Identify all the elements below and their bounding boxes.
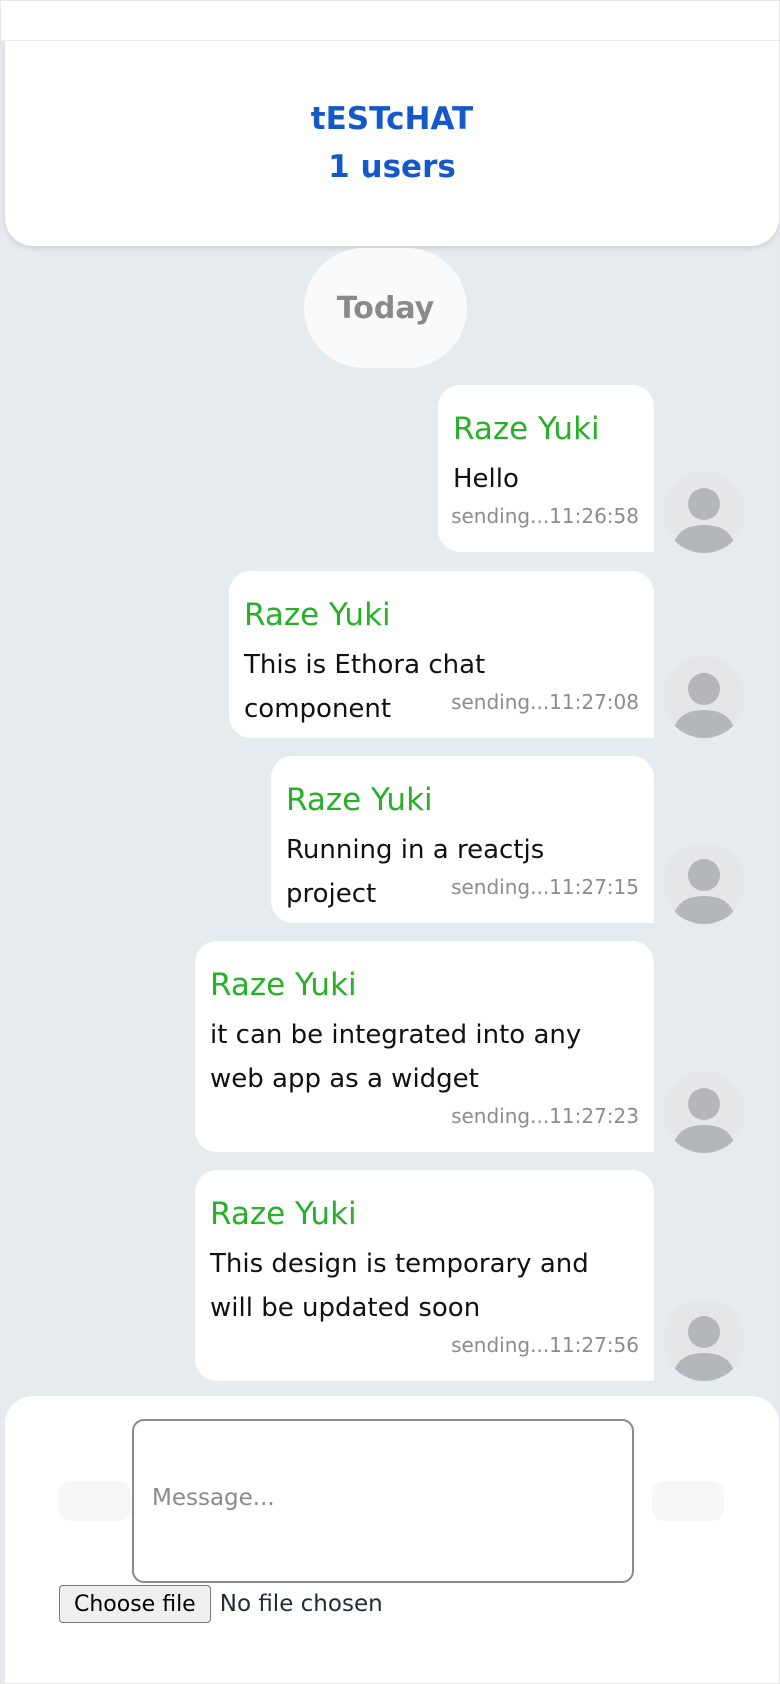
message-timestamp: sending...11:27:08 <box>451 690 639 714</box>
user-avatar-icon <box>672 1088 736 1153</box>
chat-header: tESTcHAT 1 users <box>5 41 779 246</box>
top-bar <box>1 1 779 41</box>
message-text: Hello <box>453 464 519 494</box>
message-timestamp: sending...11:26:58 <box>451 504 639 528</box>
user-avatar-icon <box>672 673 736 738</box>
message-bubble[interactable]: Raze Yuki it can be integrated into any … <box>195 941 654 1152</box>
file-picker: Choose file No file chosen <box>59 1585 383 1623</box>
message-timestamp: sending...11:27:56 <box>451 1333 639 1357</box>
message-sender: Raze Yuki <box>286 782 433 818</box>
message-sender: Raze Yuki <box>210 967 357 1003</box>
date-separator: Today <box>304 248 467 368</box>
message-timestamp: sending...11:27:15 <box>451 875 639 899</box>
message-timestamp: sending...11:27:23 <box>451 1104 639 1128</box>
message-sender: Raze Yuki <box>244 597 391 633</box>
message-text: it can be integrated into any web app as… <box>210 1020 582 1094</box>
message-sender: Raze Yuki <box>453 411 600 447</box>
choose-file-button[interactable]: Choose file <box>59 1585 211 1623</box>
user-avatar-icon <box>672 488 736 553</box>
avatar[interactable] <box>663 1299 745 1381</box>
chat-title: tESTcHAT <box>310 101 474 137</box>
message-input[interactable] <box>132 1419 634 1583</box>
message-text: This design is temporary and will be upd… <box>210 1249 589 1323</box>
message-sender: Raze Yuki <box>210 1196 357 1232</box>
avatar[interactable] <box>663 842 745 924</box>
file-status: No file chosen <box>219 1591 383 1617</box>
user-avatar-icon <box>672 1316 736 1381</box>
message-text: This is Ethora chat component <box>244 650 486 724</box>
user-count: 1 users <box>328 149 456 185</box>
avatar[interactable] <box>663 1071 745 1153</box>
message-text: Running in a reactjs project <box>286 835 545 909</box>
send-button[interactable] <box>652 1481 724 1521</box>
message-bubble[interactable]: Raze Yuki Running in a reactjs project s… <box>271 756 654 923</box>
message-bubble[interactable]: Raze Yuki This design is temporary and w… <box>195 1170 654 1381</box>
message-bubble[interactable]: Raze Yuki Hello sending...11:26:58 <box>438 385 654 552</box>
avatar[interactable] <box>663 471 745 553</box>
chat-window: tESTcHAT 1 users Today Raze Yuki Hello s… <box>0 0 780 1684</box>
attach-button[interactable] <box>59 1481 131 1521</box>
user-avatar-icon <box>672 859 736 924</box>
avatar[interactable] <box>663 656 745 738</box>
message-bubble[interactable]: Raze Yuki This is Ethora chat component … <box>229 571 654 738</box>
